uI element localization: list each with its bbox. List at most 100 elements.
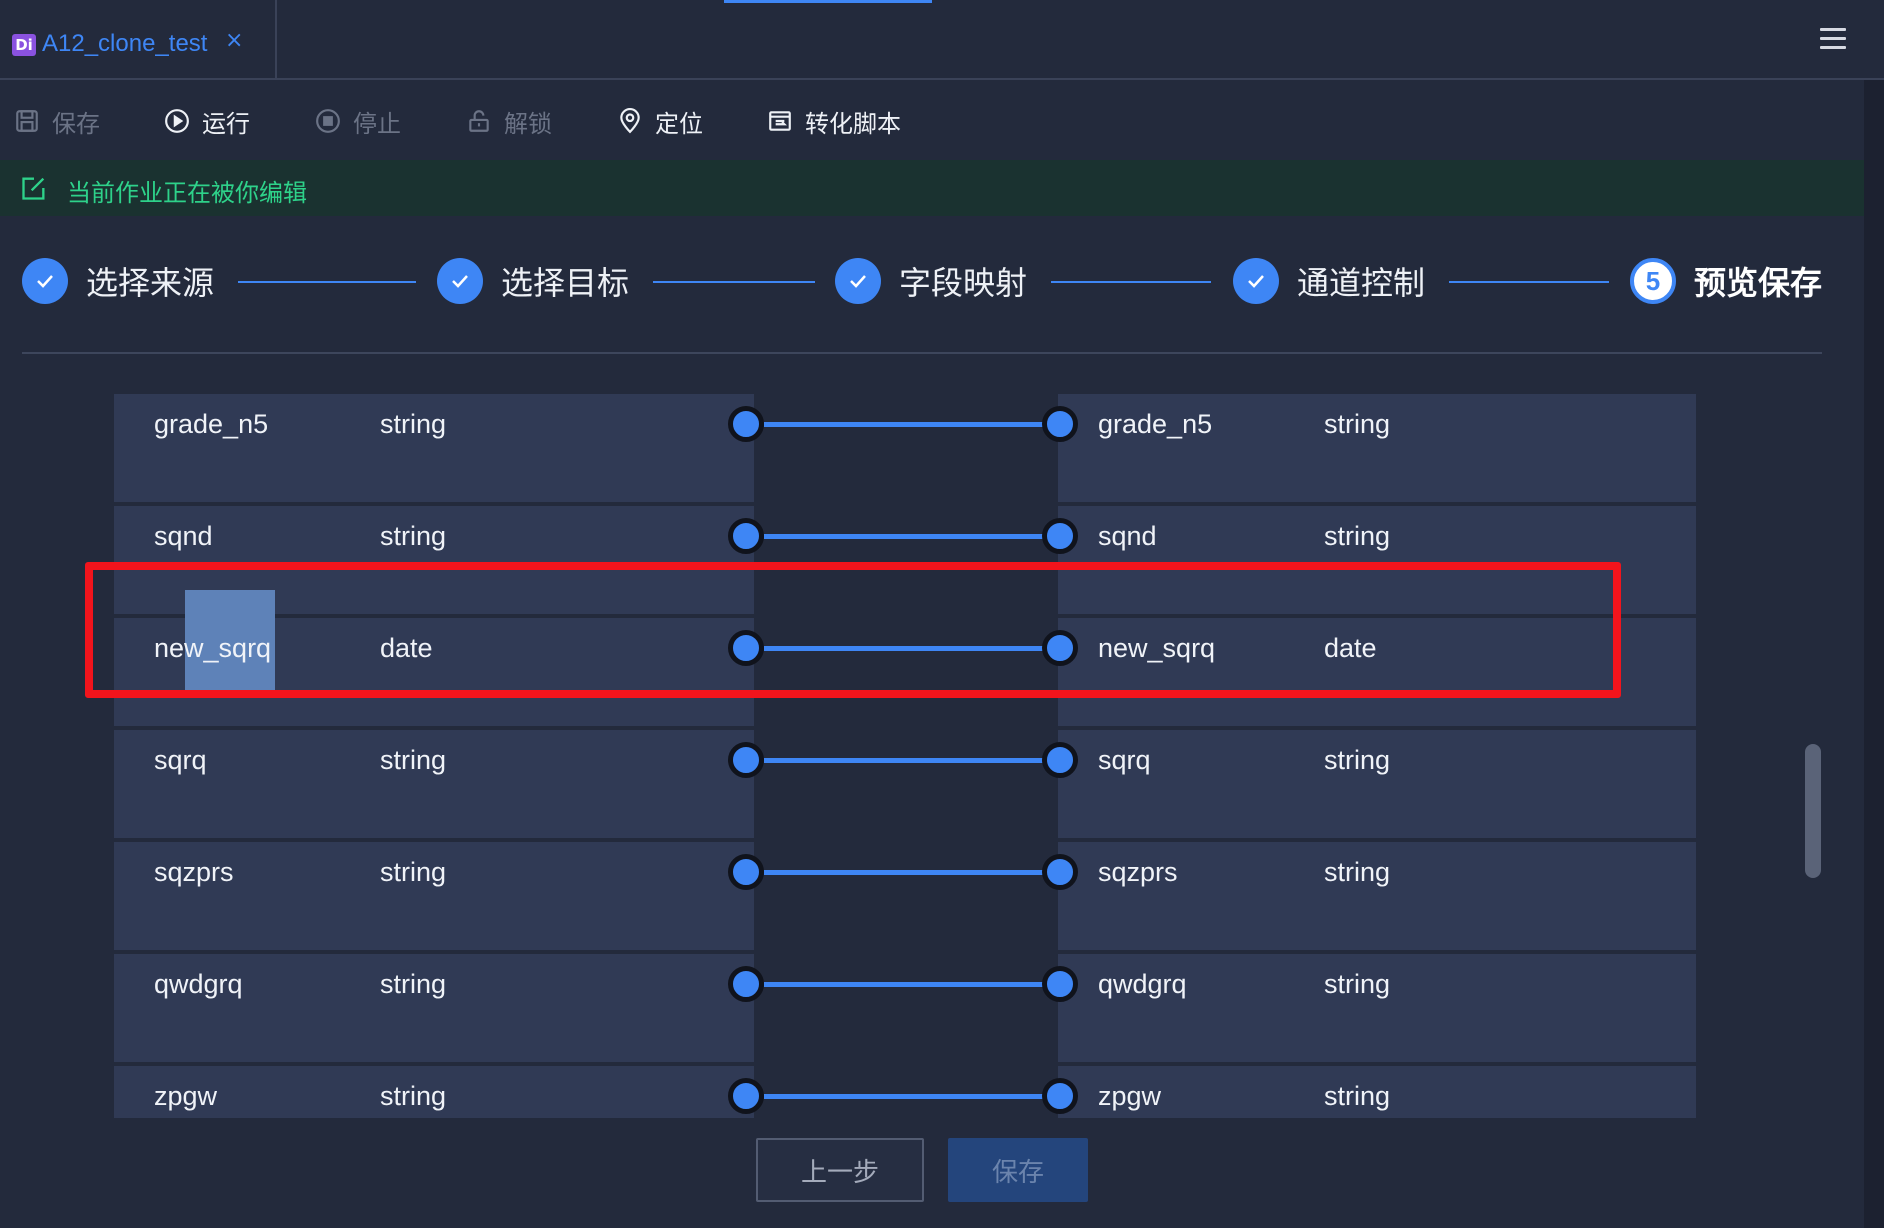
vertical-scrollbar[interactable] — [1805, 744, 1821, 878]
check-icon — [835, 258, 881, 304]
source-connector-dot[interactable] — [728, 406, 764, 442]
locate-button[interactable]: 定位 — [617, 106, 703, 138]
check-icon — [22, 258, 68, 304]
source-connector-dot[interactable] — [728, 1078, 764, 1114]
tab-a12-clone-test[interactable]: Di A12_clone_test × — [0, 0, 277, 80]
mapping-line[interactable] — [764, 982, 1044, 987]
source-field-name[interactable]: zpgw — [154, 1066, 217, 1118]
toolbar-stop-label: 停止 — [353, 109, 401, 138]
step-connector — [1449, 281, 1609, 283]
mapping-line[interactable] — [764, 870, 1044, 875]
target-field-name[interactable]: zpgw — [1098, 1066, 1161, 1118]
mapping-line[interactable] — [764, 422, 1044, 427]
source-field-type: string — [380, 1081, 447, 1111]
check-icon — [1233, 258, 1279, 304]
source-field-type: string — [380, 857, 447, 887]
divider — [22, 352, 1822, 354]
step-label: 预览保存 — [1694, 264, 1823, 302]
mapping-row: qwdgrq string qwdgrq string — [114, 954, 1696, 1066]
target-connector-dot[interactable] — [1042, 1078, 1078, 1114]
edit-status-banner: 当前作业正在被你编辑 — [0, 160, 1864, 216]
step-field-mapping[interactable]: 字段映射 — [835, 256, 1027, 306]
save-button[interactable]: 保存 — [948, 1138, 1088, 1202]
check-icon — [437, 258, 483, 304]
source-field-type: string — [380, 745, 447, 775]
play-icon — [165, 109, 189, 133]
target-connector-dot[interactable] — [1042, 966, 1078, 1002]
target-field-type: string — [1324, 745, 1391, 775]
target-field-type: string — [1324, 521, 1391, 551]
step-connector — [1051, 281, 1211, 283]
step-connector — [238, 281, 416, 283]
target-field-name[interactable]: qwdgrq — [1098, 954, 1187, 1014]
save-toolbar-button[interactable]: 保存 — [14, 106, 100, 138]
tab-title[interactable]: A12_clone_test — [42, 30, 207, 58]
step-label: 选择目标 — [501, 264, 630, 302]
step-select-target[interactable]: 选择目标 — [437, 256, 629, 306]
step-select-source[interactable]: 选择来源 — [22, 256, 214, 306]
target-field-name[interactable]: sqzprs — [1098, 842, 1178, 902]
step-connector — [653, 281, 815, 283]
source-field-name[interactable]: sqnd — [154, 506, 213, 566]
source-field-name[interactable]: sqzprs — [154, 842, 234, 902]
toolbar: 保存 运行 停止 解锁 定位 转化脚本 — [0, 80, 1864, 160]
source-connector-dot[interactable] — [728, 966, 764, 1002]
save-icon — [16, 110, 38, 132]
target-field-type: string — [1324, 857, 1391, 887]
source-field-type: string — [380, 521, 447, 551]
target-connector-dot[interactable] — [1042, 742, 1078, 778]
window-edge — [1864, 80, 1884, 1228]
source-field-name[interactable]: grade_n5 — [154, 394, 268, 454]
toolbar-run-label: 运行 — [202, 109, 250, 138]
target-field-name[interactable]: sqrq — [1098, 730, 1151, 790]
step-number-badge: 5 — [1630, 258, 1676, 304]
convert-script-button[interactable]: 转化脚本 — [767, 106, 901, 138]
target-field-name[interactable]: grade_n5 — [1098, 394, 1212, 454]
step-label: 字段映射 — [899, 264, 1028, 302]
source-field-type: string — [380, 409, 447, 439]
source-field-name[interactable]: sqrq — [154, 730, 207, 790]
source-connector-dot[interactable] — [728, 742, 764, 778]
toolbar-locate-label: 定位 — [655, 109, 703, 138]
mapping-row: sqzprs string sqzprs string — [114, 842, 1696, 954]
step-channel-control[interactable]: 通道控制 — [1233, 256, 1425, 306]
wizard-stepper: 选择来源 选择目标 字段映射 通道控制 5 预览保存 — [0, 216, 1864, 356]
close-icon[interactable]: × — [225, 28, 243, 53]
di-logo-icon: Di — [12, 34, 36, 56]
target-connector-dot[interactable] — [1042, 406, 1078, 442]
unlock-icon — [469, 110, 489, 132]
stop-button[interactable]: 停止 — [315, 106, 401, 138]
edit-icon — [22, 177, 45, 200]
mapping-row: zpgw string zpgw string — [114, 1066, 1696, 1118]
source-connector-dot[interactable] — [728, 518, 764, 554]
previous-step-button[interactable]: 上一步 — [756, 1138, 924, 1202]
step-preview-save[interactable]: 5 预览保存 — [1630, 256, 1822, 306]
target-connector-dot[interactable] — [1042, 854, 1078, 890]
step-label: 通道控制 — [1297, 264, 1426, 302]
unlock-button[interactable]: 解锁 — [466, 106, 552, 138]
target-connector-dot[interactable] — [1042, 518, 1078, 554]
source-connector-dot[interactable] — [728, 854, 764, 890]
mapping-line[interactable] — [764, 1094, 1044, 1099]
menu-icon[interactable] — [1820, 28, 1846, 50]
active-indicator — [724, 0, 932, 3]
source-field-type: string — [380, 969, 447, 999]
target-field-type: string — [1324, 1081, 1391, 1111]
mapping-line[interactable] — [764, 534, 1044, 539]
script-icon — [769, 111, 791, 131]
mapping-line[interactable] — [764, 758, 1044, 763]
location-pin-icon — [620, 108, 640, 134]
stop-icon — [316, 109, 340, 133]
target-field-type: string — [1324, 409, 1391, 439]
target-field-type: string — [1324, 969, 1391, 999]
field-mapping-table: grade_n5 string grade_n5 string sqnd str… — [0, 356, 1864, 1118]
toolbar-convert-label: 转化脚本 — [805, 109, 901, 138]
source-field-name[interactable]: qwdgrq — [154, 954, 243, 1014]
red-highlight-annotation — [85, 562, 1621, 698]
tab-bar: Di A12_clone_test × — [0, 0, 1884, 80]
mapping-row: grade_n5 string grade_n5 string — [114, 394, 1696, 506]
target-field-name[interactable]: sqnd — [1098, 506, 1157, 566]
run-button[interactable]: 运行 — [164, 106, 250, 138]
mapping-row: sqrq string sqrq string — [114, 730, 1696, 842]
step-label: 选择来源 — [86, 264, 215, 302]
